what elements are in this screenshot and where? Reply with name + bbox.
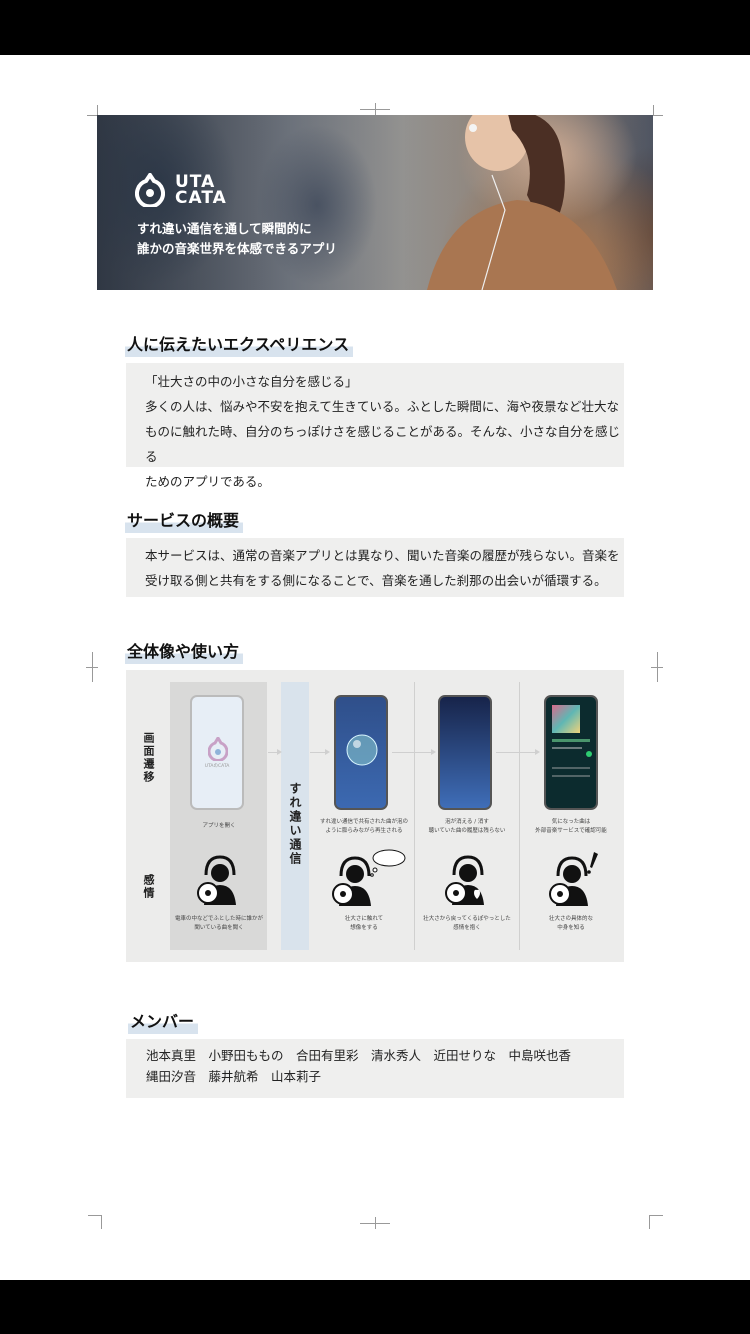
experience-quote: 「壮大さの中の小さな自分を感じる」: [145, 374, 358, 389]
caption-line: 壮大さから戻ってくるぽやっとした: [423, 916, 511, 922]
caption-line: 壮大さの具体的な: [548, 916, 593, 922]
emotion-caption: 壮大さに触れて 想像をする: [309, 915, 419, 933]
caption-line: アプリを開く: [202, 823, 236, 829]
row-label-screens: 画面遷移: [142, 732, 155, 784]
listener-figure-icon: [197, 855, 236, 905]
track-line: [552, 747, 582, 749]
experience-text-line: ためのアプリである。: [145, 474, 270, 489]
caption-line: ように膨らみながら再生される: [325, 828, 403, 834]
crop-mark: [97, 105, 98, 115]
water-drop-logo-icon: [208, 737, 228, 761]
passing-label: すれ違い通信: [288, 782, 302, 866]
section-title-experience: 人に伝えたいエクスペリエンス: [125, 331, 354, 357]
listener-heart-icon: [445, 855, 484, 905]
overview-box: 本サービスは、通常の音楽アプリとは異なり、聞いた音楽の履歴が残らない。音楽を 受…: [126, 538, 624, 597]
crop-mark: [653, 105, 654, 115]
passing-column: すれ違い通信: [281, 682, 309, 950]
hero-banner: UTA CATA すれ違い通信を通して瞬間的に 誰かの音楽世界を体感できるアプリ: [97, 115, 653, 290]
app-logo: UTA CATA: [135, 173, 227, 207]
flow-arrow: [392, 749, 436, 755]
play-icon: [586, 751, 592, 757]
step-caption: すれ違い通信で共有された曲が泡の ように膨らみながら再生される: [309, 818, 419, 836]
step-caption: 泡が消える / 消す 聴いていた曲の履歴は残らない: [412, 818, 522, 836]
flow-arrow: [310, 749, 330, 755]
caption-line: 泡が消える / 消す: [445, 819, 489, 825]
experience-text-line: ものに触れた時、自分のちっぽけさを感じることがある。そんな、小さな自分を感じる: [145, 424, 621, 464]
tagline-line-1: すれ違い通信を通して瞬間的に: [137, 221, 312, 236]
step-caption: 気になった曲は 外部音楽サービスで確認可能: [516, 818, 626, 836]
crop-mark: [375, 1217, 376, 1229]
phone-splash-screen: UTAのCATA: [190, 695, 244, 810]
emotion-caption: 壮大さから戻ってくるぽやっとした 感情を抱く: [412, 915, 522, 933]
water-drop-logo-icon: [135, 173, 165, 207]
column-divider: [519, 682, 520, 950]
track-line: [552, 739, 590, 742]
experience-text-line: 多くの人は、悩みや不安を抱えて生きている。ふとした瞬間に、海や夜景など壮大な: [145, 399, 620, 414]
hero-tagline: すれ違い通信を通して瞬間的に 誰かの音楽世界を体感できるアプリ: [137, 219, 337, 259]
crop-mark: [86, 667, 98, 668]
section-title-members: メンバー: [128, 1008, 199, 1034]
caption-line: 気になった曲は: [551, 819, 591, 825]
crop-mark: [375, 103, 376, 115]
logo-line-2: CATA: [175, 188, 227, 208]
section-title-overview: サービスの概要: [125, 507, 244, 533]
crop-mark: [649, 1215, 663, 1216]
caption-line: 想像をする: [350, 925, 378, 931]
caption-line: 中身を知る: [557, 925, 585, 931]
members-line: 縄田汐音 藤井航希 山本莉子: [146, 1069, 322, 1084]
person-silhouette: [427, 115, 617, 290]
bubble-icon: [346, 734, 378, 766]
tagline-line-2: 誰かの音楽世界を体感できるアプリ: [137, 241, 337, 256]
emotion-caption: 電車の中などでふとした時に誰かが 聞いている曲を聞く: [164, 915, 274, 933]
caption-line: 外部音楽サービスで確認可能: [535, 828, 607, 834]
experience-box: 「壮大さの中の小さな自分を感じる」 多くの人は、悩みや不安を抱えて生きている。ふ…: [126, 363, 624, 489]
caption-line: 感情を抱く: [453, 925, 481, 931]
phone-bubble-screen: [334, 695, 388, 810]
phone-music-service-screen: [544, 695, 598, 810]
phone-empty-screen: [438, 695, 492, 810]
members-line: 池本真里 小野田ももの 合田有里彩 清水秀人 近田せりな 中島咲也香: [146, 1048, 572, 1063]
crop-mark: [88, 1215, 102, 1216]
crop-mark: [649, 1215, 650, 1229]
listener-exclaim-icon: [549, 852, 598, 906]
crop-mark: [87, 115, 97, 116]
emotion-caption: 壮大さの具体的な 中身を知る: [516, 915, 626, 933]
members-box: 池本真里 小野田ももの 合田有里彩 清水秀人 近田せりな 中島咲也香 縄田汐音 …: [126, 1039, 624, 1098]
crop-mark: [653, 115, 663, 116]
column-divider: [414, 682, 415, 950]
row-label-emotion: 感情: [142, 874, 155, 900]
section-title-usage: 全体像や使い方: [125, 638, 244, 664]
flow-arrow: [268, 749, 282, 755]
caption-line: すれ違い通信で共有された曲が泡の: [319, 819, 408, 825]
step-caption: アプリを開く: [164, 822, 274, 831]
crop-mark: [651, 667, 663, 668]
logo-wordmark: UTA CATA: [175, 174, 227, 208]
document-page: UTA CATA すれ違い通信を通して瞬間的に 誰かの音楽世界を体感できるアプリ…: [0, 55, 750, 1280]
crop-mark: [101, 1215, 102, 1229]
caption-line: 電車の中などでふとした時に誰かが: [175, 916, 263, 922]
usage-diagram: 画面遷移 感情 すれ違い通信 UTAのCATA アプリを開く すれ違い通信で共有…: [126, 670, 624, 962]
track-line: [552, 767, 590, 769]
album-art: [552, 705, 580, 733]
splash-title: UTAのCATA: [204, 764, 230, 769]
overview-text-line: 本サービスは、通常の音楽アプリとは異なり、聞いた音楽の履歴が残らない。音楽を: [145, 548, 620, 563]
caption-line: 壮大さに触れて: [344, 916, 384, 922]
flow-arrow: [496, 749, 540, 755]
overview-text-line: 受け取る側と共有をする側になることで、音楽を通した刹那の出会いが循環する。: [145, 573, 607, 588]
listener-thinking-icon: [332, 849, 406, 906]
caption-line: 聞いている曲を聞く: [194, 925, 244, 931]
track-line: [552, 775, 590, 777]
caption-line: 聴いていた曲の履歴は残らない: [428, 828, 506, 834]
